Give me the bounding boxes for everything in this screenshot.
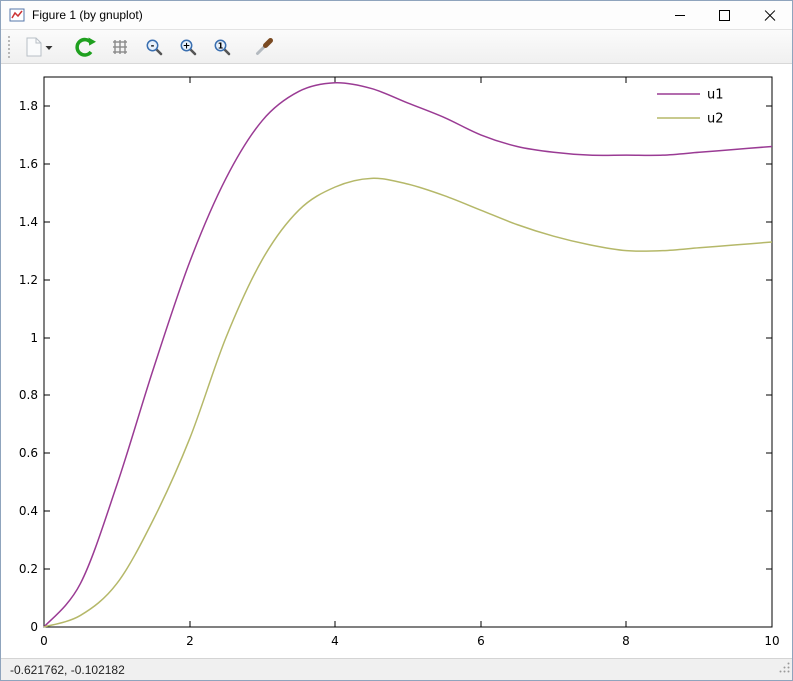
y-tick-label: 0.2: [19, 562, 38, 576]
export-button[interactable]: [20, 34, 57, 60]
export-document-icon: [24, 37, 44, 57]
cursor-coordinates: -0.621762, -0.102182: [10, 663, 125, 677]
series-u2-line: [44, 178, 772, 627]
toolbar-gripper: [8, 36, 10, 58]
svg-text:1: 1: [218, 41, 224, 50]
configure-button[interactable]: [249, 34, 279, 60]
x-tick-label: 6: [477, 634, 485, 648]
svg-text:-: -: [151, 41, 155, 51]
y-tick-label: 0.4: [19, 504, 38, 518]
close-icon: [764, 9, 776, 21]
gnuplot-window: Figure 1 (by gnuplot): [0, 0, 793, 681]
zoom-next-icon: +: [178, 37, 198, 57]
x-tick-label: 8: [622, 634, 630, 648]
configure-wrench-icon: [253, 36, 275, 58]
app-icon: [9, 7, 25, 23]
x-tick-label: 2: [186, 634, 194, 648]
resize-grip[interactable]: [778, 661, 791, 679]
legend-label-u1: u1: [707, 88, 724, 103]
export-dropdown-icon: [45, 37, 53, 57]
plot-area: 0 2 4 6 8 10 0 0.2 0.4 0.6 0.8 1 1.2 1.4 1.6 1.8 u1 u2: [1, 64, 792, 658]
y-tick-label: 1: [30, 331, 38, 345]
statusbar: -0.621762, -0.102182: [1, 658, 792, 680]
replot-button[interactable]: [70, 34, 100, 60]
maximize-icon: [719, 10, 730, 21]
zoom-next-button[interactable]: +: [174, 34, 202, 60]
plot-border: [44, 77, 772, 627]
zoom-previous-button[interactable]: -: [140, 34, 168, 60]
y-tick-label: 1.4: [19, 215, 38, 229]
window-controls: [657, 1, 792, 29]
legend-label-u2: u2: [707, 112, 724, 127]
y-tick-label: 0.6: [19, 446, 38, 460]
resize-grip-icon: [778, 661, 791, 674]
grid-button[interactable]: [106, 34, 134, 60]
x-tick-label: 10: [764, 634, 779, 648]
grid-icon: [110, 37, 130, 57]
y-tick-label: 0: [30, 620, 38, 634]
window-title: Figure 1 (by gnuplot): [32, 8, 143, 22]
x-tick-label: 0: [40, 634, 48, 648]
titlebar: Figure 1 (by gnuplot): [1, 1, 792, 30]
zoom-previous-icon: -: [144, 37, 164, 57]
plot-canvas[interactable]: 0 2 4 6 8 10 0 0.2 0.4 0.6 0.8 1 1.2 1.4 1.6 1.8 u1 u2: [1, 64, 792, 658]
minimize-icon: [675, 15, 685, 16]
y-tick-label: 1.6: [19, 157, 38, 171]
autoscale-icon: 1: [212, 37, 232, 57]
minimize-button[interactable]: [657, 1, 702, 29]
replot-icon: [74, 36, 96, 58]
toolbar: - + 1: [1, 30, 792, 64]
series-u1-line: [44, 83, 772, 627]
y-tick-label: 1.2: [19, 273, 38, 287]
svg-text:+: +: [183, 41, 191, 51]
maximize-button[interactable]: [702, 1, 747, 29]
close-button[interactable]: [747, 1, 792, 29]
y-tick-label: 0.8: [19, 388, 38, 402]
y-tick-label: 1.8: [19, 99, 38, 113]
x-tick-label: 4: [331, 634, 339, 648]
autoscale-button[interactable]: 1: [208, 34, 236, 60]
